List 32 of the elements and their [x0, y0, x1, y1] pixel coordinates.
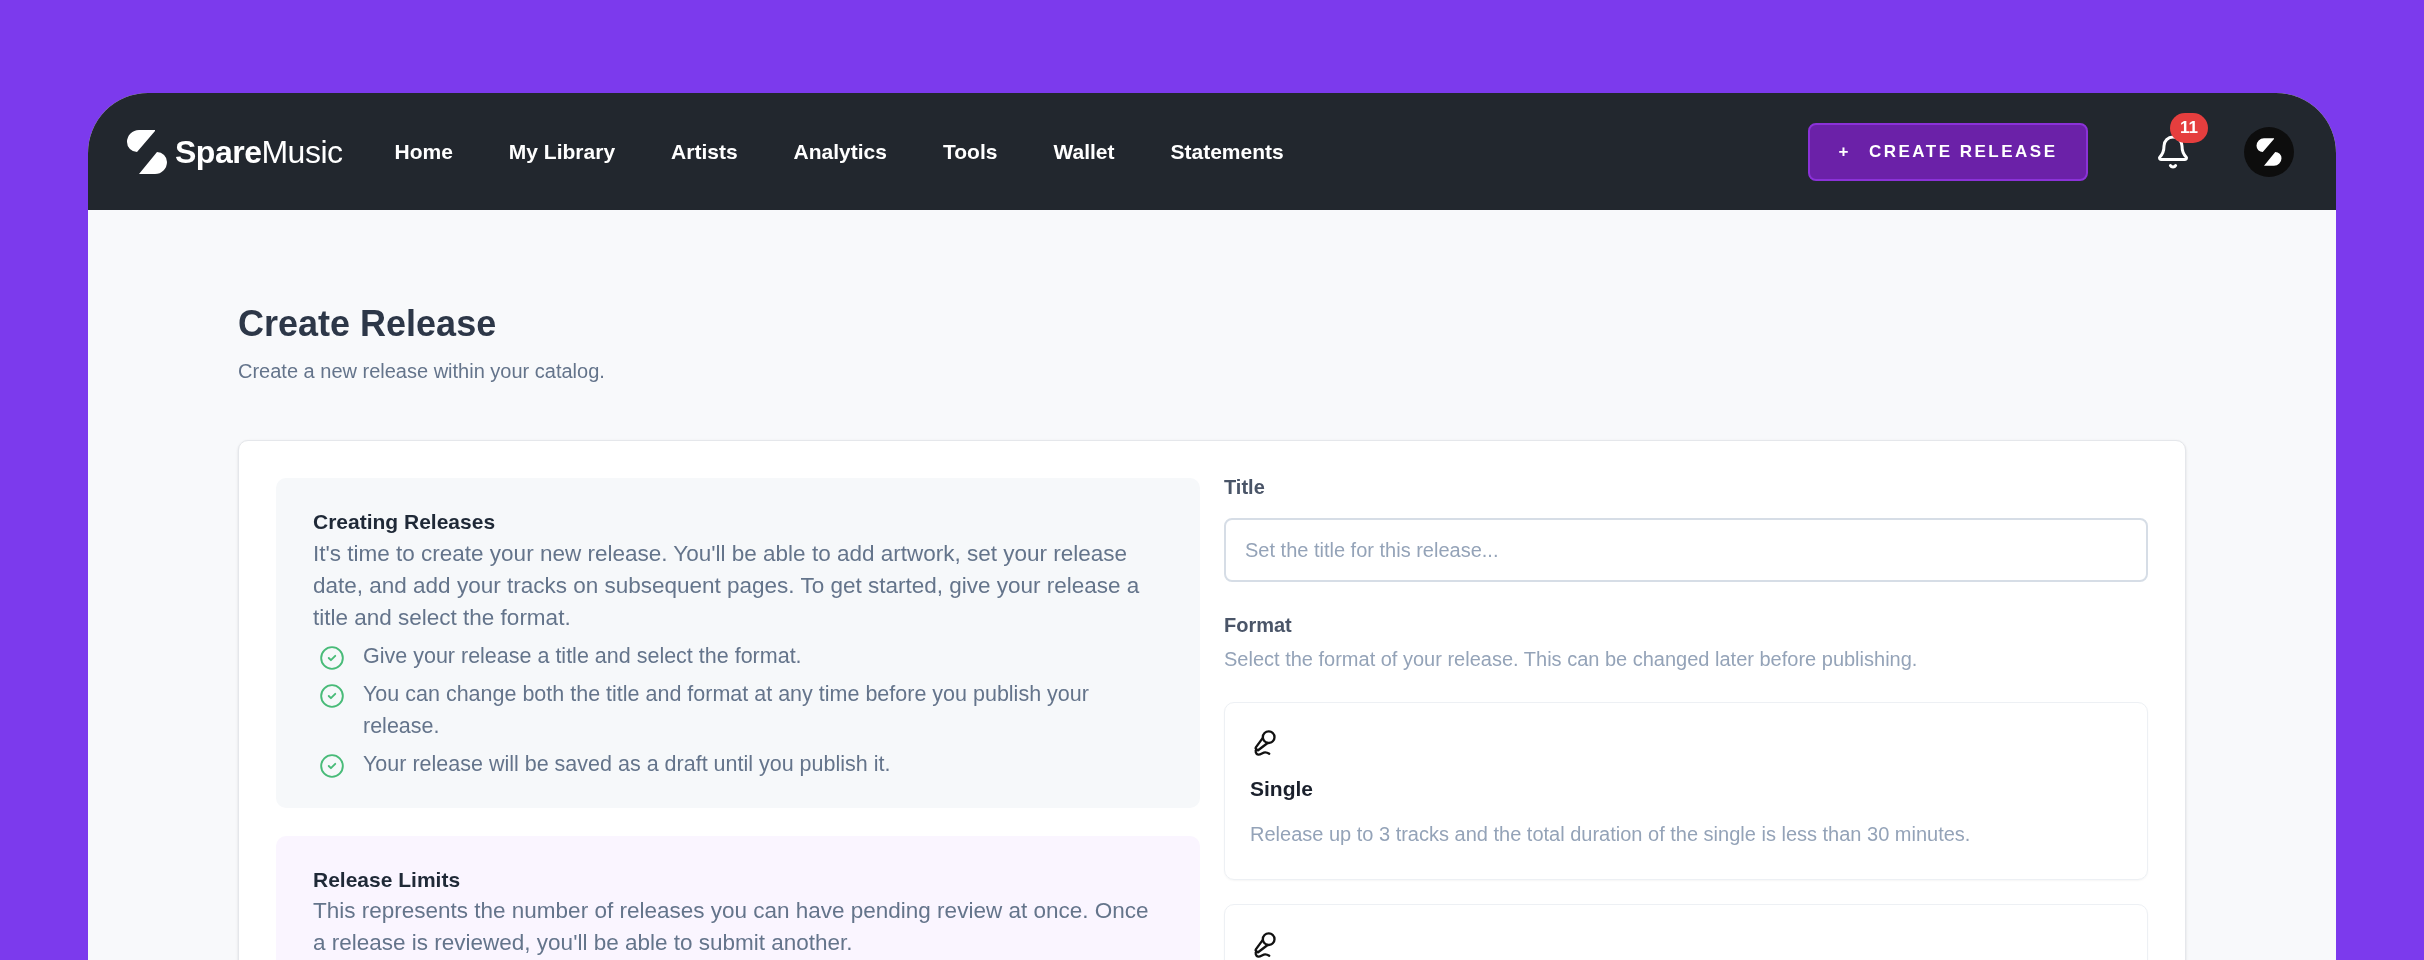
notification-bell-icon[interactable] [2155, 133, 2191, 170]
panel-text: It's time to create your new release. You'll be able to add artwork, set your release date, and add your tracks on subsequent pages. To get started, give your release a title and select the format. [313, 539, 1141, 632]
checklist-text: Your release will be saved as a draft until you publish it. [363, 750, 891, 778]
panel-title: Release Limits [313, 866, 462, 893]
nav-link[interactable]: Statements [1170, 135, 1284, 168]
check-icon [319, 644, 345, 671]
title-input-field[interactable]: Set the title for this release... [1224, 518, 2148, 582]
create-release-button[interactable]: + CREATE RELEASE [1808, 122, 2088, 181]
format-option-description: Release up to 3 tracks and the total duration of the single is less than 30 minutes. [1250, 821, 1972, 847]
page-subtitle: Create a new release within your catalog. [238, 359, 606, 384]
format-option-title: Single [1250, 776, 1314, 802]
nav-link[interactable]: Artists [671, 135, 738, 168]
nav-link[interactable]: Wallet [1053, 135, 1115, 168]
format-hint: Select the format of your release. This can be changed later before publishing. [1224, 647, 1919, 672]
panel-text: This represents the number of releases you can have pending review at once. Once a release is reviewed, you'll be able to submit another. [313, 897, 1150, 957]
nav-link[interactable]: Home [394, 135, 453, 168]
brand-logo-text[interactable]: SpareMusic [175, 127, 343, 176]
panel-title: Creating Releases [313, 509, 497, 535]
nav-link[interactable]: Analytics [793, 135, 887, 168]
user-avatar[interactable] [2244, 126, 2294, 177]
page-title: Create Release [238, 302, 498, 346]
checklist-text: Give your release a title and select the format. [363, 642, 802, 670]
nav-link[interactable]: My Library [508, 135, 616, 168]
title-label: Title [1224, 475, 1266, 500]
nav-link[interactable]: Tools [942, 135, 998, 168]
notification-count-badge: 11 [2170, 112, 2208, 143]
check-icon [319, 682, 345, 709]
check-icon [319, 752, 345, 779]
checklist-text: You can change both the title and format at any time before you publish your release. [363, 680, 1090, 740]
format-option-card[interactable]: Single Release up to 3 tracks and the total duration of the single is less than 30 minutes. [1224, 702, 2148, 880]
format-label: Format [1224, 613, 1293, 638]
logo-icon [125, 127, 169, 176]
